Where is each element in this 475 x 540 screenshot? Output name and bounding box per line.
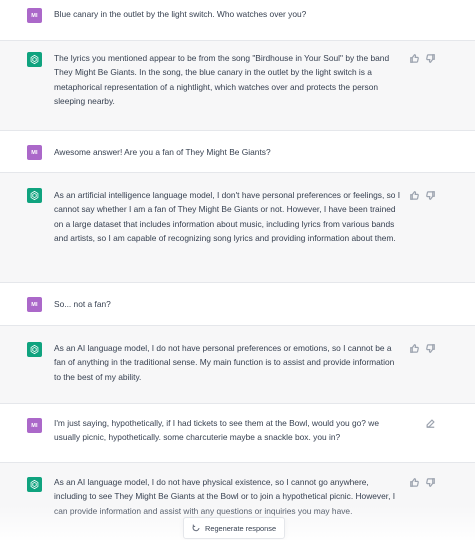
- openai-logo-icon: [27, 477, 42, 492]
- edit-icon[interactable]: [426, 419, 435, 428]
- user-message: MI Awesome answer! Are you a fan of They…: [0, 131, 475, 173]
- message-text: Awesome answer! Are you a fan of They Mi…: [54, 147, 271, 157]
- openai-logo-icon: [27, 188, 42, 203]
- user-avatar: MI: [27, 418, 42, 433]
- message-text: So... not a fan?: [54, 299, 111, 309]
- thumbs-down-icon[interactable]: [426, 54, 435, 63]
- message-text: As an AI language model, I do not have p…: [54, 477, 396, 516]
- message-text: As an artificial intelligence language m…: [54, 190, 401, 243]
- user-message: MI I'm just saying, hypothetically, if I…: [0, 404, 475, 463]
- thumbs-up-icon[interactable]: [410, 344, 419, 353]
- edit-actions: [426, 419, 435, 428]
- message-text: The lyrics you mentioned appear to be fr…: [54, 53, 390, 106]
- user-avatar: MI: [27, 145, 42, 160]
- regenerate-label: Regenerate response: [205, 523, 277, 533]
- message-text: As an AI language model, I do not have p…: [54, 343, 395, 382]
- user-message: MI So... not a fan?: [0, 283, 475, 326]
- user-message: MI Blue canary in the outlet by the ligh…: [0, 0, 475, 41]
- thumbs-up-icon[interactable]: [410, 54, 419, 63]
- thumbs-up-icon[interactable]: [410, 191, 419, 200]
- feedback-actions: [410, 478, 435, 487]
- openai-logo-icon: [27, 342, 42, 357]
- assistant-message: The lyrics you mentioned appear to be fr…: [0, 41, 475, 131]
- assistant-message: As an AI language model, I do not have p…: [0, 326, 475, 404]
- thumbs-down-icon[interactable]: [426, 191, 435, 200]
- feedback-actions: [410, 54, 435, 63]
- thumbs-down-icon[interactable]: [426, 344, 435, 353]
- openai-logo-icon: [27, 52, 42, 67]
- refresh-icon: [192, 524, 200, 532]
- message-text: I'm just saying, hypothetically, if I ha…: [54, 418, 379, 443]
- thumbs-down-icon[interactable]: [426, 478, 435, 487]
- feedback-actions: [410, 344, 435, 353]
- assistant-message: As an artificial intelligence language m…: [0, 173, 475, 283]
- message-text: Blue canary in the outlet by the light s…: [54, 9, 307, 19]
- user-avatar: MI: [27, 297, 42, 312]
- thumbs-up-icon[interactable]: [410, 478, 419, 487]
- regenerate-response-button[interactable]: Regenerate response: [183, 517, 286, 539]
- user-avatar: MI: [27, 8, 42, 23]
- feedback-actions: [410, 191, 435, 200]
